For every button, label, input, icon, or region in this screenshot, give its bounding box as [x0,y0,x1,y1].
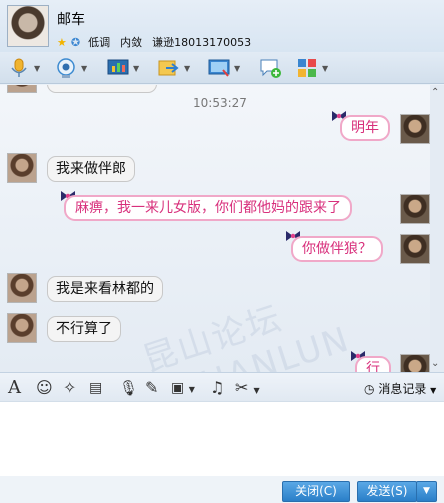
emoji-icon[interactable]: ☺ [36,378,53,398]
contact-name[interactable]: 邮车 [57,9,85,29]
message-bubble-partial [47,85,157,93]
history-label: 消息记录 [378,382,427,396]
chevron-down-icon[interactable]: ▼ [322,64,328,73]
bottom-bar: 关闭(C) 发送(S) ▼ [0,476,444,503]
scroll-up-icon[interactable]: ⌃ [431,87,439,98]
contact-avatar-small[interactable] [7,85,37,93]
vip-star-icon[interactable]: ★ [57,36,67,49]
video-clip-icon[interactable]: ▤ [89,378,102,398]
message-bubble-incoming: 不行算了 [47,316,121,342]
chevron-down-icon: ▼ [430,386,437,395]
chevron-down-icon[interactable]: ▼ [184,64,190,73]
my-avatar[interactable] [400,354,430,372]
image-icon[interactable]: ▣ ▼ [171,378,195,398]
video-camera-icon [57,58,75,78]
close-button[interactable]: 关闭(C) [282,481,350,502]
screenshot-icon[interactable]: ✂ ▼ [235,378,260,398]
send-button[interactable]: 发送(S) [357,481,417,502]
status-label: 低调 [88,36,111,49]
microphone-icon [11,58,27,77]
chevron-down-icon[interactable]: ▼ [234,64,240,73]
message-bubble-outgoing: 你做伴狼？ [291,236,383,262]
clock-icon: ◷ [364,382,375,396]
add-chat-icon [260,59,281,78]
message-bubble-incoming: 我是来看林都的 [47,276,163,302]
input-toolbar: A ☺ ✧ ▤ 🎙 ✎ ▣ ▼ ♫ ✂ ▼ ◷ 消息记录 ▼ [0,372,444,402]
message-history[interactable]: 昆山论坛 KSHANLUN 10:53:27 明年 我来做伴郎 麻痹，我一来儿女… [0,85,430,372]
message-bubble-incoming: 我来做伴郎 [47,156,135,182]
message-bubble-outgoing: 麻痹，我一来儿女版，你们都他妈的跟来了 [64,195,352,221]
message-bubble-outgoing: 明年 [340,115,390,141]
share-screen-button[interactable]: ▼ [107,56,139,80]
music-icon[interactable]: ♫ [210,378,224,398]
voice-message-icon[interactable]: 🎙 [119,378,138,398]
contact-avatar-small[interactable] [7,313,37,343]
file-transfer-icon [158,60,179,76]
voice-call-button[interactable]: ▼ [8,56,40,80]
contact-avatar-small[interactable] [7,273,37,303]
apps-icon [298,59,316,77]
signature-part-1: 内敛 [120,36,143,49]
my-avatar[interactable] [400,114,430,144]
edit-icon[interactable]: ✎ [145,378,158,398]
remote-assist-button[interactable]: ▼ [208,56,240,80]
status-row: ★ ✪ 低调 内敛 谦逊18013170053 [57,34,251,50]
message-history-button[interactable]: ◷ 消息记录 ▼ [364,380,436,397]
send-options-button[interactable]: ▼ [416,481,437,502]
apps-button[interactable]: ▼ [296,56,328,80]
scroll-down-icon[interactable]: ⌄ [431,358,439,369]
send-file-button[interactable]: ▼ [158,56,190,80]
qzone-icon[interactable]: ✪ [71,36,80,49]
remote-desktop-icon [208,59,230,77]
chevron-down-icon[interactable]: ▼ [81,64,87,73]
screen-share-icon [107,59,129,75]
chevron-down-icon[interactable]: ▼ [34,64,40,73]
video-call-button[interactable]: ▼ [55,56,87,80]
chat-toolbar: ▼ ▼ ▼ ▼ ▼ ▼ [0,52,444,84]
message-timestamp: 10:53:27 [193,96,247,110]
font-icon[interactable]: A [8,378,21,398]
message-bubble-outgoing: 行 [355,356,391,372]
create-discussion-button[interactable] [259,56,281,80]
message-input[interactable] [0,402,444,476]
contact-avatar[interactable] [7,5,49,47]
signature-part-2: 谦逊18013170053 [152,36,252,49]
chat-scrollbar[interactable] [430,85,444,372]
my-avatar[interactable] [400,194,430,224]
magic-wand-icon[interactable]: ✧ [63,378,76,398]
chevron-down-icon[interactable]: ▼ [133,64,139,73]
chat-header: 邮车 ★ ✪ 低调 内敛 谦逊18013170053 [0,0,444,52]
my-avatar[interactable] [400,234,430,264]
contact-avatar-small[interactable] [7,153,37,183]
